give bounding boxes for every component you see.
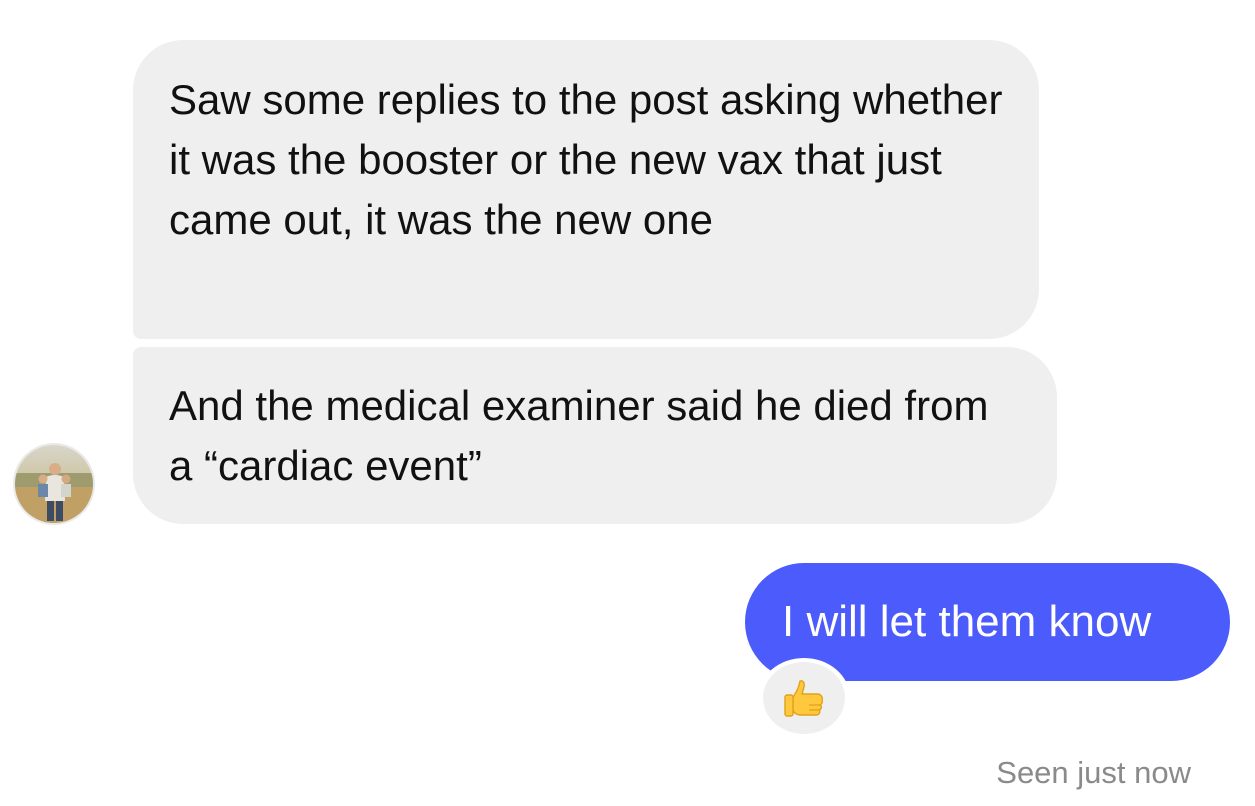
message-text: Saw some replies to the post asking whet… [169,76,1003,243]
message-reaction[interactable] [758,658,850,738]
sender-avatar[interactable] [13,443,95,525]
thumbs-up-icon [784,680,824,717]
seen-status: Seen just now [996,755,1191,790]
incoming-message[interactable]: And the medical examiner said he died fr… [133,347,1057,524]
message-thread: Saw some replies to the post asking whet… [0,0,1255,806]
message-text: I will let them know [782,597,1152,646]
incoming-message[interactable]: Saw some replies to the post asking whet… [133,40,1039,339]
avatar-photo [15,445,93,523]
message-text: And the medical examiner said he died fr… [169,382,989,489]
reaction-badge [763,662,845,734]
